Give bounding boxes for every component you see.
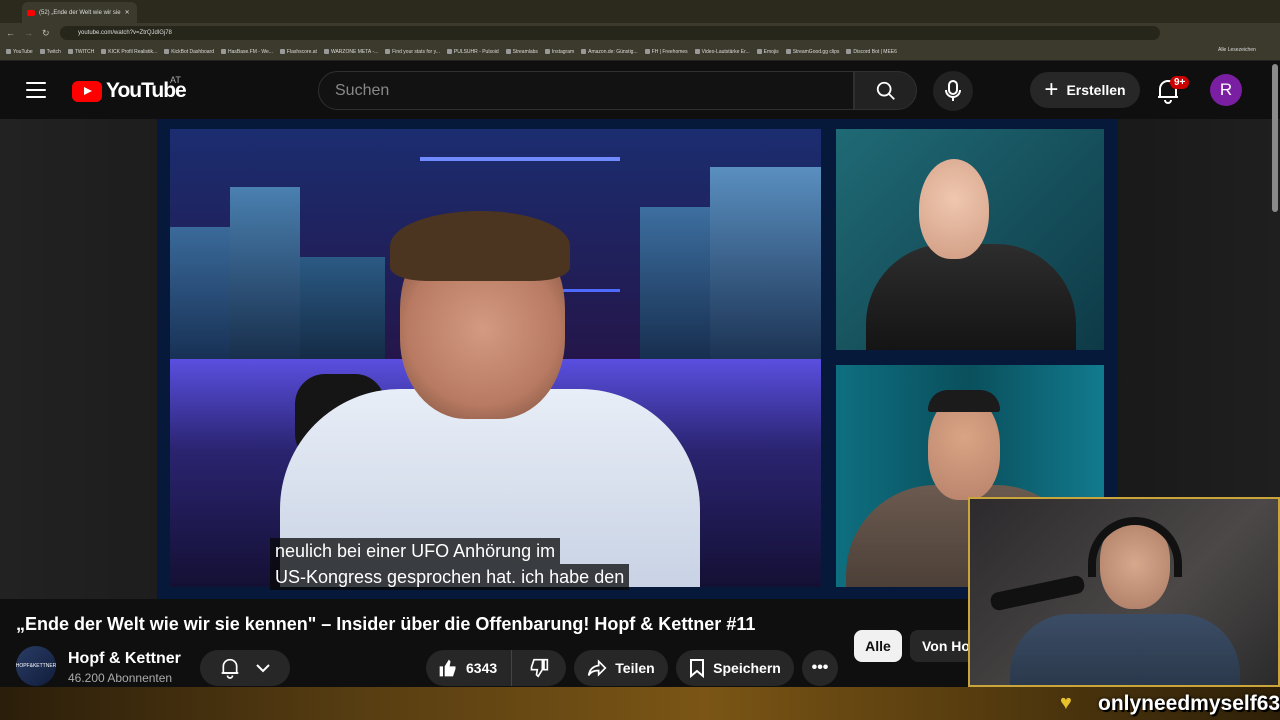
video-frame-guest-top: [836, 129, 1104, 350]
bookmark-emojis[interactable]: Emojis: [756, 49, 779, 55]
chevron-down-icon: [256, 664, 270, 673]
bookmark-pulsoid[interactable]: PULSUHR - Pulsoid: [446, 49, 499, 55]
plus-icon: +: [1044, 76, 1059, 103]
notification-badge: 9+: [1170, 76, 1190, 89]
browser-tab-active[interactable]: (52) „Ende der Welt wie wir sie ✕: [22, 2, 137, 23]
back-icon[interactable]: ←: [6, 28, 15, 38]
url-field[interactable]: youtube.com/watch?v=ZtrQJdlGj78: [60, 26, 1160, 40]
country-code: AT: [170, 75, 181, 85]
search-icon: [876, 81, 895, 100]
browser-tab-bar: [0, 0, 1280, 23]
account-avatar[interactable]: R: [1210, 74, 1242, 106]
microphone-icon: [945, 80, 961, 101]
chip-from-channel[interactable]: Von Ho: [910, 630, 970, 662]
bookmark-hasbase[interactable]: HasBase.FM - We...: [221, 49, 273, 55]
like-button[interactable]: 6343: [426, 650, 512, 686]
channel-name[interactable]: Hopf & Kettner: [68, 650, 181, 668]
share-icon: [588, 659, 607, 677]
bookmark-instagram[interactable]: Instagram: [544, 49, 574, 55]
video-subtitles: neulich bei einer UFO Anhörung im US-Kon…: [270, 538, 630, 590]
subtitle-line-1: neulich bei einer UFO Anhörung im: [270, 538, 561, 564]
share-button[interactable]: Teilen: [574, 650, 668, 686]
video-frame-main-speaker: [170, 129, 821, 587]
search-input[interactable]: Suchen: [318, 71, 854, 110]
like-dislike-group: 6343: [426, 650, 566, 686]
bookmark-youtube[interactable]: YouTube: [6, 49, 33, 55]
thumbs-down-icon: [530, 658, 549, 678]
bookmark-mee6[interactable]: Discord Bot | MEE6: [846, 49, 897, 55]
streamer-webcam-overlay: [968, 497, 1280, 687]
youtube-logo[interactable]: YouTube: [72, 79, 187, 103]
bookmark-icon: [690, 659, 705, 678]
heart-icon: ♥: [1060, 692, 1072, 714]
bookmark-streamgood[interactable]: StreamGood.gg clips: [785, 49, 839, 55]
save-button[interactable]: Speichern: [676, 650, 794, 686]
page-scrollbar[interactable]: [1272, 64, 1278, 212]
youtube-play-icon: [72, 80, 102, 102]
bookmark-flashscore[interactable]: Flashscore.at: [279, 49, 317, 55]
bookmark-kick[interactable]: KICK Profil Realistik...: [101, 49, 157, 55]
bookmarks-bar: YouTube Twitch TWITCH KICK Profil Realis…: [0, 43, 1280, 61]
bookmark-stats[interactable]: Find your stats for y...: [385, 49, 440, 55]
bookmark-warzone[interactable]: WARZONE META -...: [323, 49, 378, 55]
youtube-favicon-icon: [27, 9, 35, 16]
bell-icon: [221, 658, 239, 679]
create-button[interactable]: + Erstellen: [1030, 72, 1140, 108]
reload-icon[interactable]: ↻: [42, 28, 50, 39]
bookmark-twitch[interactable]: Twitch: [39, 49, 61, 55]
voice-search-button[interactable]: [933, 71, 973, 111]
tab-title: (52) „Ende der Welt wie wir sie: [39, 9, 121, 16]
streamer-name: onlyneedmyself63: [1098, 692, 1280, 715]
bookmark-freehomes[interactable]: FH | Freehomes: [644, 49, 688, 55]
subscription-notifications-button[interactable]: [200, 650, 290, 686]
close-tab-icon[interactable]: ✕: [125, 9, 130, 16]
like-count: 6343: [466, 660, 498, 676]
bookmark-streamlabs[interactable]: Streamlabs: [505, 49, 538, 55]
bookmark-amazon[interactable]: Amazon.de: Günstig...: [581, 49, 638, 55]
channel-avatar[interactable]: HOPF&KETTNER: [16, 646, 56, 686]
video-title: „Ende der Welt wie wir sie kennen" – Ins…: [16, 614, 756, 634]
chip-all[interactable]: Alle: [854, 630, 902, 662]
all-bookmarks-folder[interactable]: Alle Lesezeichen: [1218, 47, 1256, 53]
more-actions-button[interactable]: •••: [802, 650, 838, 686]
thumbs-up-icon: [439, 659, 456, 677]
menu-icon[interactable]: [26, 82, 46, 98]
subscriber-count: 46.200 Abonnenten: [68, 671, 173, 685]
subtitle-line-2: US-Kongress gesprochen hat. ich habe den: [270, 564, 630, 590]
bookmark-kickbot[interactable]: KickBot Dashboard: [164, 49, 214, 55]
bookmark-twitch-folder[interactable]: TWITCH: [67, 49, 94, 55]
forward-icon[interactable]: →: [24, 28, 33, 38]
stream-overlay-banner: [0, 687, 1280, 720]
dislike-button[interactable]: [512, 650, 566, 686]
bookmark-video-volume[interactable]: Video-Lautstärke Er...: [694, 49, 750, 55]
search-button[interactable]: [854, 71, 917, 110]
